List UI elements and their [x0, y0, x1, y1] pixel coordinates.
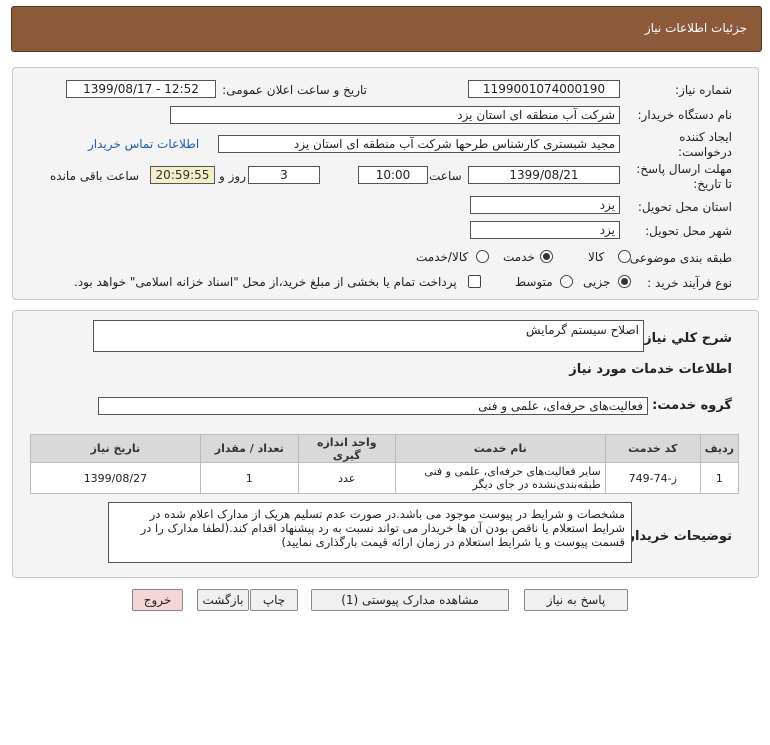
deadline-label-1: مهلت ارسال پاسخ:: [636, 162, 732, 176]
cell-need-date: 1399/08/27: [30, 462, 201, 494]
column-header-code: کد خدمت: [604, 434, 701, 463]
service-group-field: فعالیت‌های حرفه‌ای، علمی و فنی: [98, 397, 648, 415]
page-title: جزئیات اطلاعات نیاز: [644, 21, 747, 35]
announce-label: تاریخ و ساعت اعلان عمومی:: [222, 83, 367, 97]
remaining-time-label: ساعت باقی مانده: [50, 169, 140, 183]
column-header-row: ردیف: [699, 434, 740, 463]
category-goods-service-radio[interactable]: [476, 250, 489, 263]
need-summary-field: اصلاح سیستم گرمایش: [93, 320, 644, 352]
cell-unit: عدد: [297, 462, 396, 494]
category-goods-radio[interactable]: [618, 250, 631, 263]
services-table: ردیف کد خدمت نام خدمت واحد اندازه گیری ت…: [30, 434, 740, 494]
service-group-label: گروه خدمت:: [652, 398, 732, 413]
services-heading: اطلاعات خدمات مورد نیاز: [569, 362, 732, 377]
creator-label-2: درخواست:: [678, 145, 732, 159]
province-label: استان محل تحویل:: [637, 200, 732, 214]
column-header-need-date: تاریخ نیاز: [30, 434, 201, 463]
buyer-contact-link[interactable]: اطلاعات تماس خریدار: [88, 137, 199, 151]
creator-field: مجید شبستری کارشناس طرحها شرکت آب منطقه …: [218, 135, 620, 153]
print-button[interactable]: چاپ: [250, 589, 298, 611]
column-header-name: نام خدمت: [394, 434, 606, 463]
creator-label-1: ایجاد کننده: [679, 130, 732, 144]
deadline-time-label: ساعت: [429, 169, 462, 183]
days-label: روز و: [219, 169, 246, 183]
cell-quantity: 1: [199, 462, 299, 494]
buyer-notes-box: مشخصات و شرایط در پیوست موجود می باشد.در…: [108, 502, 632, 563]
process-medium-radio[interactable]: [560, 275, 573, 288]
view-attachments-button[interactable]: مشاهده مدارک پیوستی (1): [311, 589, 509, 611]
process-minor-radio[interactable]: [618, 275, 631, 288]
category-label: طبقه بندی موضوعی:: [625, 251, 732, 265]
process-label: نوع فرآیند خرید :: [647, 276, 732, 290]
deadline-time-field: 10:00: [358, 166, 428, 184]
column-header-quantity: تعداد / مقدار: [199, 434, 299, 463]
remaining-time-field: 20:59:55: [150, 166, 215, 184]
treasury-payment-checkbox[interactable]: [468, 275, 481, 288]
deadline-date-field: 1399/08/21: [468, 166, 620, 184]
province-field: یزد: [470, 196, 620, 214]
process-minor-label: جزیی: [583, 275, 611, 289]
column-header-unit: واحد اندازه گیری: [297, 434, 396, 463]
page-header: جزئیات اطلاعات نیاز: [11, 6, 762, 52]
exit-button[interactable]: خروج: [132, 589, 183, 611]
treasury-payment-note: پرداخت تمام یا بخشی از مبلغ خرید،از محل …: [74, 275, 457, 289]
city-field: یزد: [470, 221, 620, 239]
category-goods-service-label: کالا/خدمت: [416, 250, 469, 264]
category-service-label: خدمت: [503, 250, 535, 264]
table-row: 1 ز-74-749 سایر فعالیت‌های حرفه‌ای، علمی…: [30, 462, 740, 494]
cell-row-number: 1: [699, 462, 740, 494]
buyer-org-label: نام دستگاه خریدار:: [637, 108, 733, 122]
cell-service-code: ز-74-749: [604, 462, 701, 494]
need-number-field: 1199001074000190: [468, 80, 620, 98]
process-medium-label: متوسط: [515, 275, 553, 289]
city-label: شهر محل تحویل:: [645, 224, 732, 238]
category-goods-label: کالا: [588, 250, 605, 264]
buyer-org-field: شرکت آب منطقه ای استان یزد: [170, 106, 620, 124]
respond-button[interactable]: پاسخ به نیاز: [524, 589, 628, 611]
services-table-header: ردیف کد خدمت نام خدمت واحد اندازه گیری ت…: [30, 434, 740, 463]
cell-service-name: سایر فعالیت‌های حرفه‌ای، علمی و فنی طبقه…: [394, 462, 606, 494]
deadline-label-2: تا تاریخ:: [693, 177, 732, 191]
days-field: 3: [248, 166, 320, 184]
buyer-notes-label: توضیحات خریدار:: [622, 529, 732, 544]
need-summary-label: شرح کلي نياز:: [638, 331, 732, 346]
announce-field: 1399/08/17 - 12:52: [66, 80, 216, 98]
back-button[interactable]: بازگشت: [197, 589, 249, 611]
need-number-label: شماره نیاز:: [675, 83, 732, 97]
category-service-radio[interactable]: [540, 250, 553, 263]
